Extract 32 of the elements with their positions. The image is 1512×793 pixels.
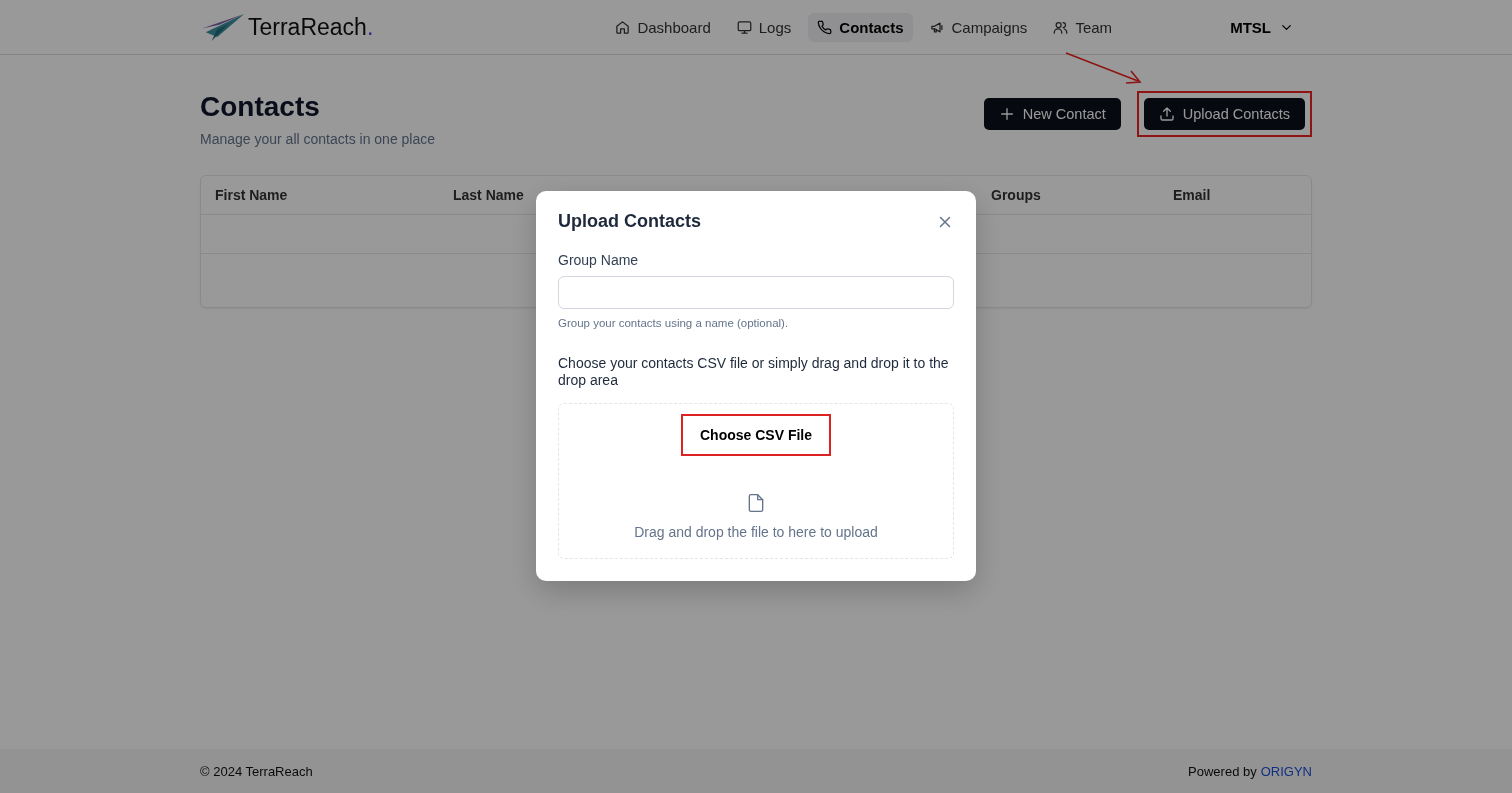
column-header: Groups [991, 187, 1042, 203]
origyn-link[interactable]: ORIGYN [1260, 763, 1312, 779]
dialog-title: Upload Contacts [558, 211, 701, 232]
account-menu[interactable]: MTSL [1224, 17, 1300, 37]
phone-icon [817, 19, 833, 35]
plus-icon [998, 106, 1015, 122]
new-contact-button[interactable]: New Contact [983, 98, 1121, 130]
copyright-text: © 2024 TerraReach [200, 763, 313, 779]
brand-name: TerraReach. [248, 13, 374, 41]
nav-item[interactable]: Team [1044, 12, 1122, 42]
page-title: Contacts [200, 91, 321, 123]
drop-area[interactable]: Choose CSV File Drag and drop the file to here to upload [558, 403, 954, 559]
powered-by-text: Powered by [1188, 763, 1257, 779]
monitor-icon [736, 19, 752, 35]
column-header: Email [1173, 187, 1212, 203]
users-icon [1053, 19, 1069, 35]
field-hint: Group your contacts using a name (optional). [558, 317, 790, 329]
column-header: Last Name [453, 187, 525, 203]
column-header: First Name [215, 187, 289, 203]
file-icon [746, 492, 766, 514]
upload-contacts-button[interactable]: Upload Contacts [1143, 98, 1305, 130]
instructions-text: Choose your contacts CSV file or simply drag and drop it to the drop area [558, 355, 950, 389]
page-subtitle: Manage your all contacts in one place [200, 131, 436, 147]
nav-item[interactable]: Logs [727, 12, 801, 42]
nav-item[interactable]: Campaigns [920, 12, 1037, 42]
group-name-field[interactable] [558, 276, 954, 309]
drop-hint: Drag and drop the file to here to upload [634, 524, 878, 540]
upload-icon [1158, 106, 1175, 122]
field-label: Group Name [558, 252, 640, 268]
home-icon [615, 19, 631, 35]
nav-item[interactable]: Dashboard [606, 12, 720, 42]
nav-item[interactable]: Contacts [808, 12, 913, 42]
